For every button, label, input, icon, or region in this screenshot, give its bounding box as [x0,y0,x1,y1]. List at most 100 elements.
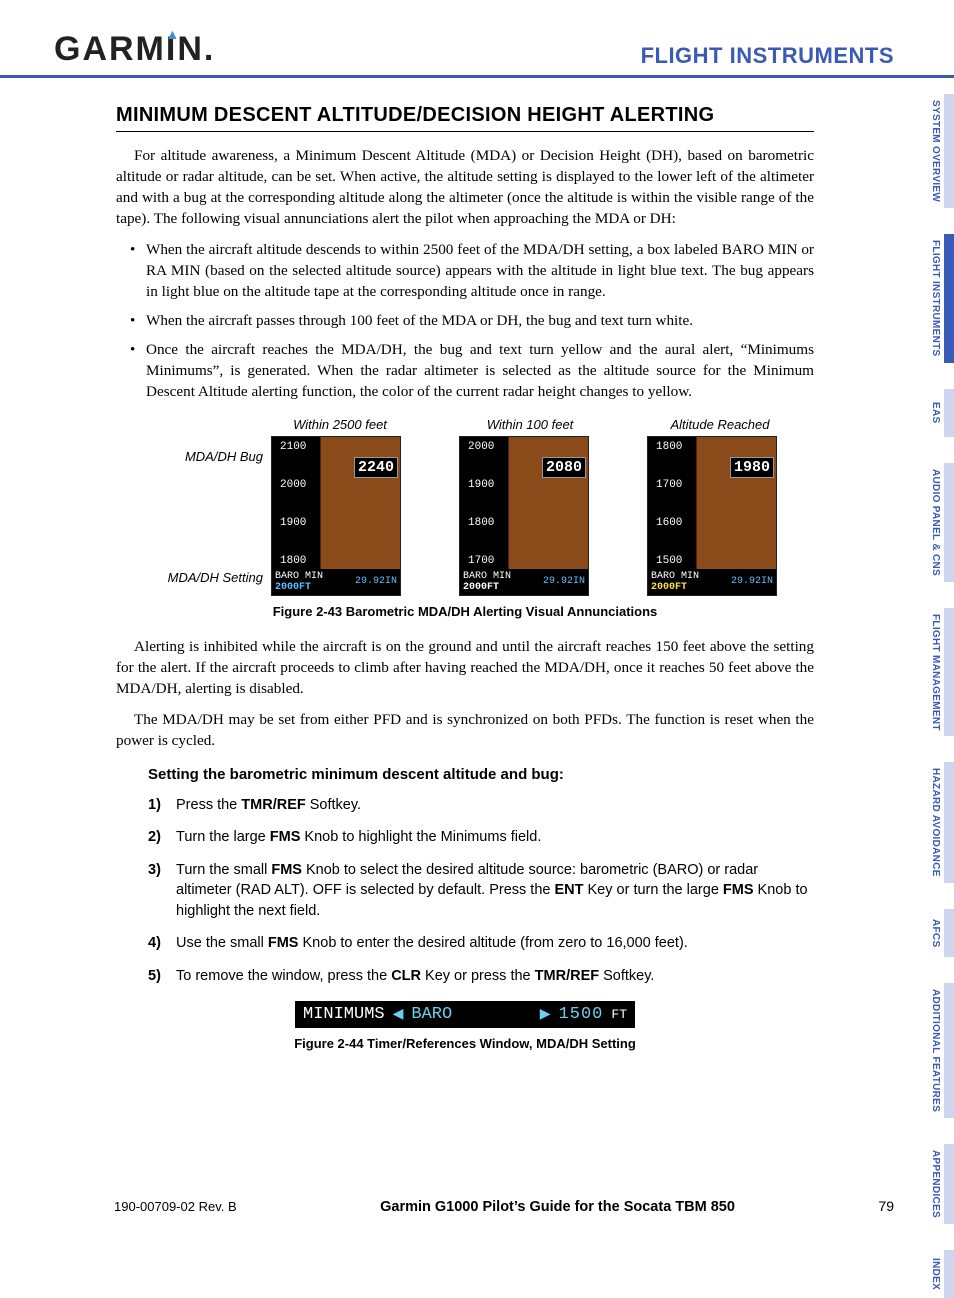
page-content: MINIMUM DESCENT ALTITUDE/DECISION HEIGHT… [0,78,886,1051]
step-key: CLR [391,968,421,984]
current-altitude: 2080 [542,457,586,478]
garmin-logo: GARMIN▲. [54,30,215,69]
baro-alt-value: 2000FT [275,582,323,593]
setting-label: MDA/DH Setting [145,570,263,586]
step-key: FMS [270,829,301,845]
baro-alt-value: 2000FT [463,582,511,593]
step-text: Knob to enter the desired altitude (from… [298,935,687,951]
tab-eas[interactable]: EAS [914,389,954,437]
step-item: Turn the small FMS Knob to select the de… [148,860,814,922]
scale-tick: 1700 [468,555,526,567]
tab-additional-features[interactable]: ADDITIONAL FEATURES [914,983,954,1118]
tab-hazard-avoidance[interactable]: HAZARD AVOIDANCE [914,762,954,883]
bullet-item: When the aircraft altitude descends to w… [116,240,814,303]
current-altitude: 1980 [730,457,774,478]
pressure-value: 29.92IN [731,576,773,587]
document-id: 190-00709-02 Rev. B [114,1199,237,1214]
fig-label: Altitude Reached [655,417,785,432]
figure-side-labels: MDA/DH Bug MDA/DH Setting [145,441,271,591]
scale-tick: 1800 [280,555,338,567]
step-key: FMS [723,882,754,898]
page-header: GARMIN▲. FLIGHT INSTRUMENTS [0,0,954,78]
logo-text: GARMIN [54,30,204,68]
step-item: Press the TMR/REF Softkey. [148,795,814,816]
tab-flight-management[interactable]: FLIGHT MANAGEMENT [914,608,954,737]
logo-dot: . [204,30,215,68]
scale-tick: 1600 [656,517,714,529]
page-number: 79 [878,1198,894,1214]
figure-row: MDA/DH Bug MDA/DH Setting 2100 2000 1900… [145,436,785,596]
scale-tick: 1900 [280,517,338,529]
baro-min-label: BARO MIN [651,571,699,582]
right-arrow-icon: ▶ [540,1006,551,1023]
tape-scale: 2100 2000 1900 1800 [280,441,338,567]
minimums-label: MINIMUMS [303,1005,385,1024]
bullet-list: When the aircraft altitude descends to w… [116,240,814,403]
bullet-item: Once the aircraft reaches the MDA/DH, th… [116,340,814,403]
chapter-title: FLIGHT INSTRUMENTS [641,43,894,69]
scale-tick: 1500 [656,555,714,567]
scale-tick: 1800 [468,517,526,529]
step-key: ENT [554,882,583,898]
scale-tick: 1900 [468,479,526,491]
step-text: Use the small [176,935,268,951]
baro-min-label: BARO MIN [463,571,511,582]
side-tabs: SYSTEM OVERVIEW FLIGHT INSTRUMENTS EAS A… [914,94,954,1298]
baro-footer: BARO MIN 2000FT 29.92IN [272,569,400,595]
figure-top-labels: Within 2500 feet Within 100 feet Altitud… [275,417,785,432]
step-text: Key or turn the large [583,882,722,898]
scale-tick: 2000 [280,479,338,491]
baro-min-label: BARO MIN [275,571,323,582]
document-title: Garmin G1000 Pilot’s Guide for the Socat… [380,1199,735,1215]
tab-audio-panel-cns[interactable]: AUDIO PANEL & CNS [914,463,954,582]
tab-flight-instruments[interactable]: FLIGHT INSTRUMENTS [914,234,954,363]
step-item: Turn the large FMS Knob to highlight the… [148,827,814,848]
step-text: Knob to highlight the Minimums field. [300,829,541,845]
bug-label: MDA/DH Bug [145,449,263,465]
pressure-value: 29.92IN [543,576,585,587]
step-text: Turn the large [176,829,270,845]
baro-footer: BARO MIN 2000FT 29.92IN [648,569,776,595]
figure-2-43: Within 2500 feet Within 100 feet Altitud… [145,417,785,619]
minimums-unit: FT [611,1007,627,1022]
fig-label: Within 100 feet [465,417,595,432]
step-text: To remove the window, press the [176,968,391,984]
tab-system-overview[interactable]: SYSTEM OVERVIEW [914,94,954,208]
bullet-item: When the aircraft passes through 100 fee… [116,311,814,332]
minimums-window: MINIMUMS ◀ BARO ▶ 1500 FT [295,1001,635,1028]
section-heading: MINIMUM DESCENT ALTITUDE/DECISION HEIGHT… [116,104,814,132]
intro-paragraph: For altitude awareness, a Minimum Descen… [116,146,814,230]
figure-caption: Figure 2-43 Barometric MDA/DH Alerting V… [145,604,785,619]
logo-triangle-icon: ▲ [165,26,181,42]
step-text: Press the [176,797,241,813]
procedure-steps: Press the TMR/REF Softkey. Turn the larg… [148,795,814,987]
minimums-source: BARO [411,1005,531,1024]
baro-alt-value: 2000FT [651,582,699,593]
fig-label: Within 2500 feet [275,417,405,432]
step-item: To remove the window, press the CLR Key … [148,966,814,987]
pressure-value: 29.92IN [355,576,397,587]
step-item: Use the small FMS Knob to enter the desi… [148,933,814,954]
step-key: FMS [271,862,302,878]
step-text: Softkey. [599,968,654,984]
step-key: TMR/REF [241,797,305,813]
altitude-tape-3: 1800 1700 1600 1500 1980 BARO MIN 2000FT… [647,436,777,596]
minimums-value: 1500 [559,1005,604,1024]
current-altitude: 2240 [354,457,398,478]
scale-tick: 2000 [468,441,526,453]
baro-footer: BARO MIN 2000FT 29.92IN [460,569,588,595]
body-paragraph: The MDA/DH may be set from either PFD an… [116,710,814,752]
procedure-heading: Setting the barometric minimum descent a… [148,766,814,783]
tape-scale: 1800 1700 1600 1500 [656,441,714,567]
altitude-tape-2: 2000 1900 1800 1700 2080 BARO MIN 2000FT… [459,436,589,596]
scale-tick: 1700 [656,479,714,491]
page-footer: 190-00709-02 Rev. B Garmin G1000 Pilot’s… [0,1198,954,1215]
step-text: Turn the small [176,862,271,878]
step-text: Key or press the [421,968,535,984]
step-key: TMR/REF [535,968,599,984]
step-key: FMS [268,935,299,951]
scale-tick: 2100 [280,441,338,453]
tab-afcs[interactable]: AFCS [914,909,954,957]
tab-index[interactable]: INDEX [914,1250,954,1298]
left-arrow-icon: ◀ [393,1006,404,1023]
